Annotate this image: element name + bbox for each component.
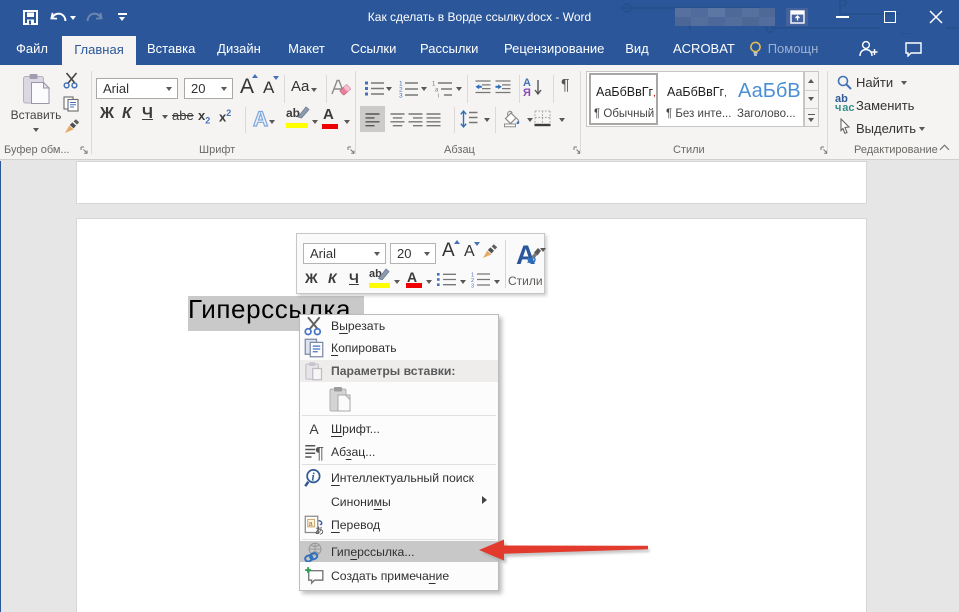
svg-text:あ: あ <box>315 526 324 535</box>
svg-text:A: A <box>253 108 268 131</box>
svg-text:i: i <box>438 94 439 99</box>
svg-text:¶: ¶ <box>315 444 324 462</box>
svg-text:3: 3 <box>399 93 403 99</box>
svg-text:3: 3 <box>471 284 474 289</box>
